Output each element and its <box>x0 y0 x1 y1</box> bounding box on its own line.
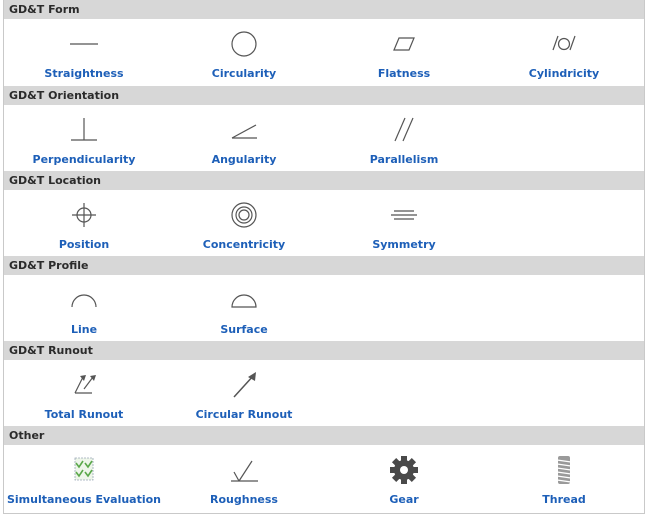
empty-slot <box>324 360 484 426</box>
total-runout-tile[interactable]: Total Runout <box>4 360 164 426</box>
thread-label: Thread <box>542 493 586 506</box>
flatness-icon <box>384 28 424 60</box>
flatness-tile[interactable]: Flatness <box>324 19 484 86</box>
total-runout-label: Total Runout <box>44 408 124 421</box>
section-header-runout: GD&T Runout <box>4 341 644 360</box>
gear-tile[interactable]: Gear <box>324 445 484 511</box>
perpendicularity-icon <box>64 114 104 146</box>
parallelism-icon <box>384 114 424 146</box>
straightness-icon <box>64 28 104 60</box>
roughness-icon <box>224 454 264 486</box>
position-label: Position <box>58 238 110 251</box>
thread-tile[interactable]: Thread <box>484 445 644 511</box>
symmetry-label: Symmetry <box>372 238 436 251</box>
empty-slot <box>484 275 644 341</box>
circularity-icon <box>224 28 264 60</box>
section-other-grid: Simultaneous Evaluation Roughness Gear T… <box>4 445 644 511</box>
perpendicularity-tile[interactable]: Perpendicularity <box>4 105 164 171</box>
profile-surface-tile[interactable]: Surface <box>164 275 324 341</box>
cylindricity-icon <box>544 28 584 60</box>
roughness-tile[interactable]: Roughness <box>164 445 324 511</box>
section-form-grid: Straightness Circularity Flatness Cylind… <box>4 19 644 86</box>
profile-line-icon <box>64 284 104 316</box>
section-runout-grid: Total Runout Circular Runout <box>4 360 644 426</box>
straightness-label: Straightness <box>44 67 124 80</box>
circularity-label: Circularity <box>211 67 277 80</box>
parallelism-tile[interactable]: Parallelism <box>324 105 484 171</box>
cylindricity-label: Cylindricity <box>528 67 600 80</box>
empty-slot <box>484 190 644 256</box>
section-header-other: Other <box>4 426 644 445</box>
roughness-label: Roughness <box>210 493 278 506</box>
position-icon <box>64 199 104 231</box>
circular-runout-tile[interactable]: Circular Runout <box>164 360 324 426</box>
empty-slot <box>324 275 484 341</box>
simultaneous-evaluation-icon <box>64 454 104 486</box>
symmetry-icon <box>384 199 424 231</box>
section-profile-grid: Line Surface <box>4 275 644 341</box>
gear-label: Gear <box>389 493 419 506</box>
straightness-tile[interactable]: Straightness <box>4 19 164 86</box>
thread-icon <box>544 454 584 486</box>
section-location-grid: Position Concentricity Symmetry <box>4 190 644 256</box>
perpendicularity-label: Perpendicularity <box>32 153 136 166</box>
simultaneous-evaluation-label: Simultaneous Evaluation <box>6 493 162 506</box>
section-header-orientation: GD&T Orientation <box>4 86 644 105</box>
parallelism-label: Parallelism <box>369 153 439 166</box>
concentricity-tile[interactable]: Concentricity <box>164 190 324 256</box>
circular-runout-label: Circular Runout <box>195 408 293 421</box>
profile-surface-label: Surface <box>220 323 268 336</box>
empty-slot <box>484 360 644 426</box>
total-runout-icon <box>64 369 104 401</box>
cylindricity-tile[interactable]: Cylindricity <box>484 19 644 86</box>
profile-line-label: Line <box>70 323 98 336</box>
section-header-location: GD&T Location <box>4 171 644 190</box>
empty-slot <box>484 105 644 171</box>
angularity-tile[interactable]: Angularity <box>164 105 324 171</box>
section-header-form: GD&T Form <box>4 0 644 19</box>
circularity-tile[interactable]: Circularity <box>164 19 324 86</box>
gear-icon <box>384 454 424 486</box>
flatness-label: Flatness <box>377 67 431 80</box>
position-tile[interactable]: Position <box>4 190 164 256</box>
concentricity-label: Concentricity <box>202 238 286 251</box>
angularity-icon <box>224 114 264 146</box>
concentricity-icon <box>224 199 264 231</box>
profile-surface-icon <box>224 284 264 316</box>
gdt-characteristics-panel: GD&T Form Straightness Circularity Flatn… <box>3 0 645 514</box>
simultaneous-evaluation-tile[interactable]: Simultaneous Evaluation <box>4 445 164 511</box>
section-header-profile: GD&T Profile <box>4 256 644 275</box>
angularity-label: Angularity <box>211 153 277 166</box>
circular-runout-icon <box>224 369 264 401</box>
profile-line-tile[interactable]: Line <box>4 275 164 341</box>
section-orientation-grid: Perpendicularity Angularity Parallelism <box>4 105 644 171</box>
symmetry-tile[interactable]: Symmetry <box>324 190 484 256</box>
